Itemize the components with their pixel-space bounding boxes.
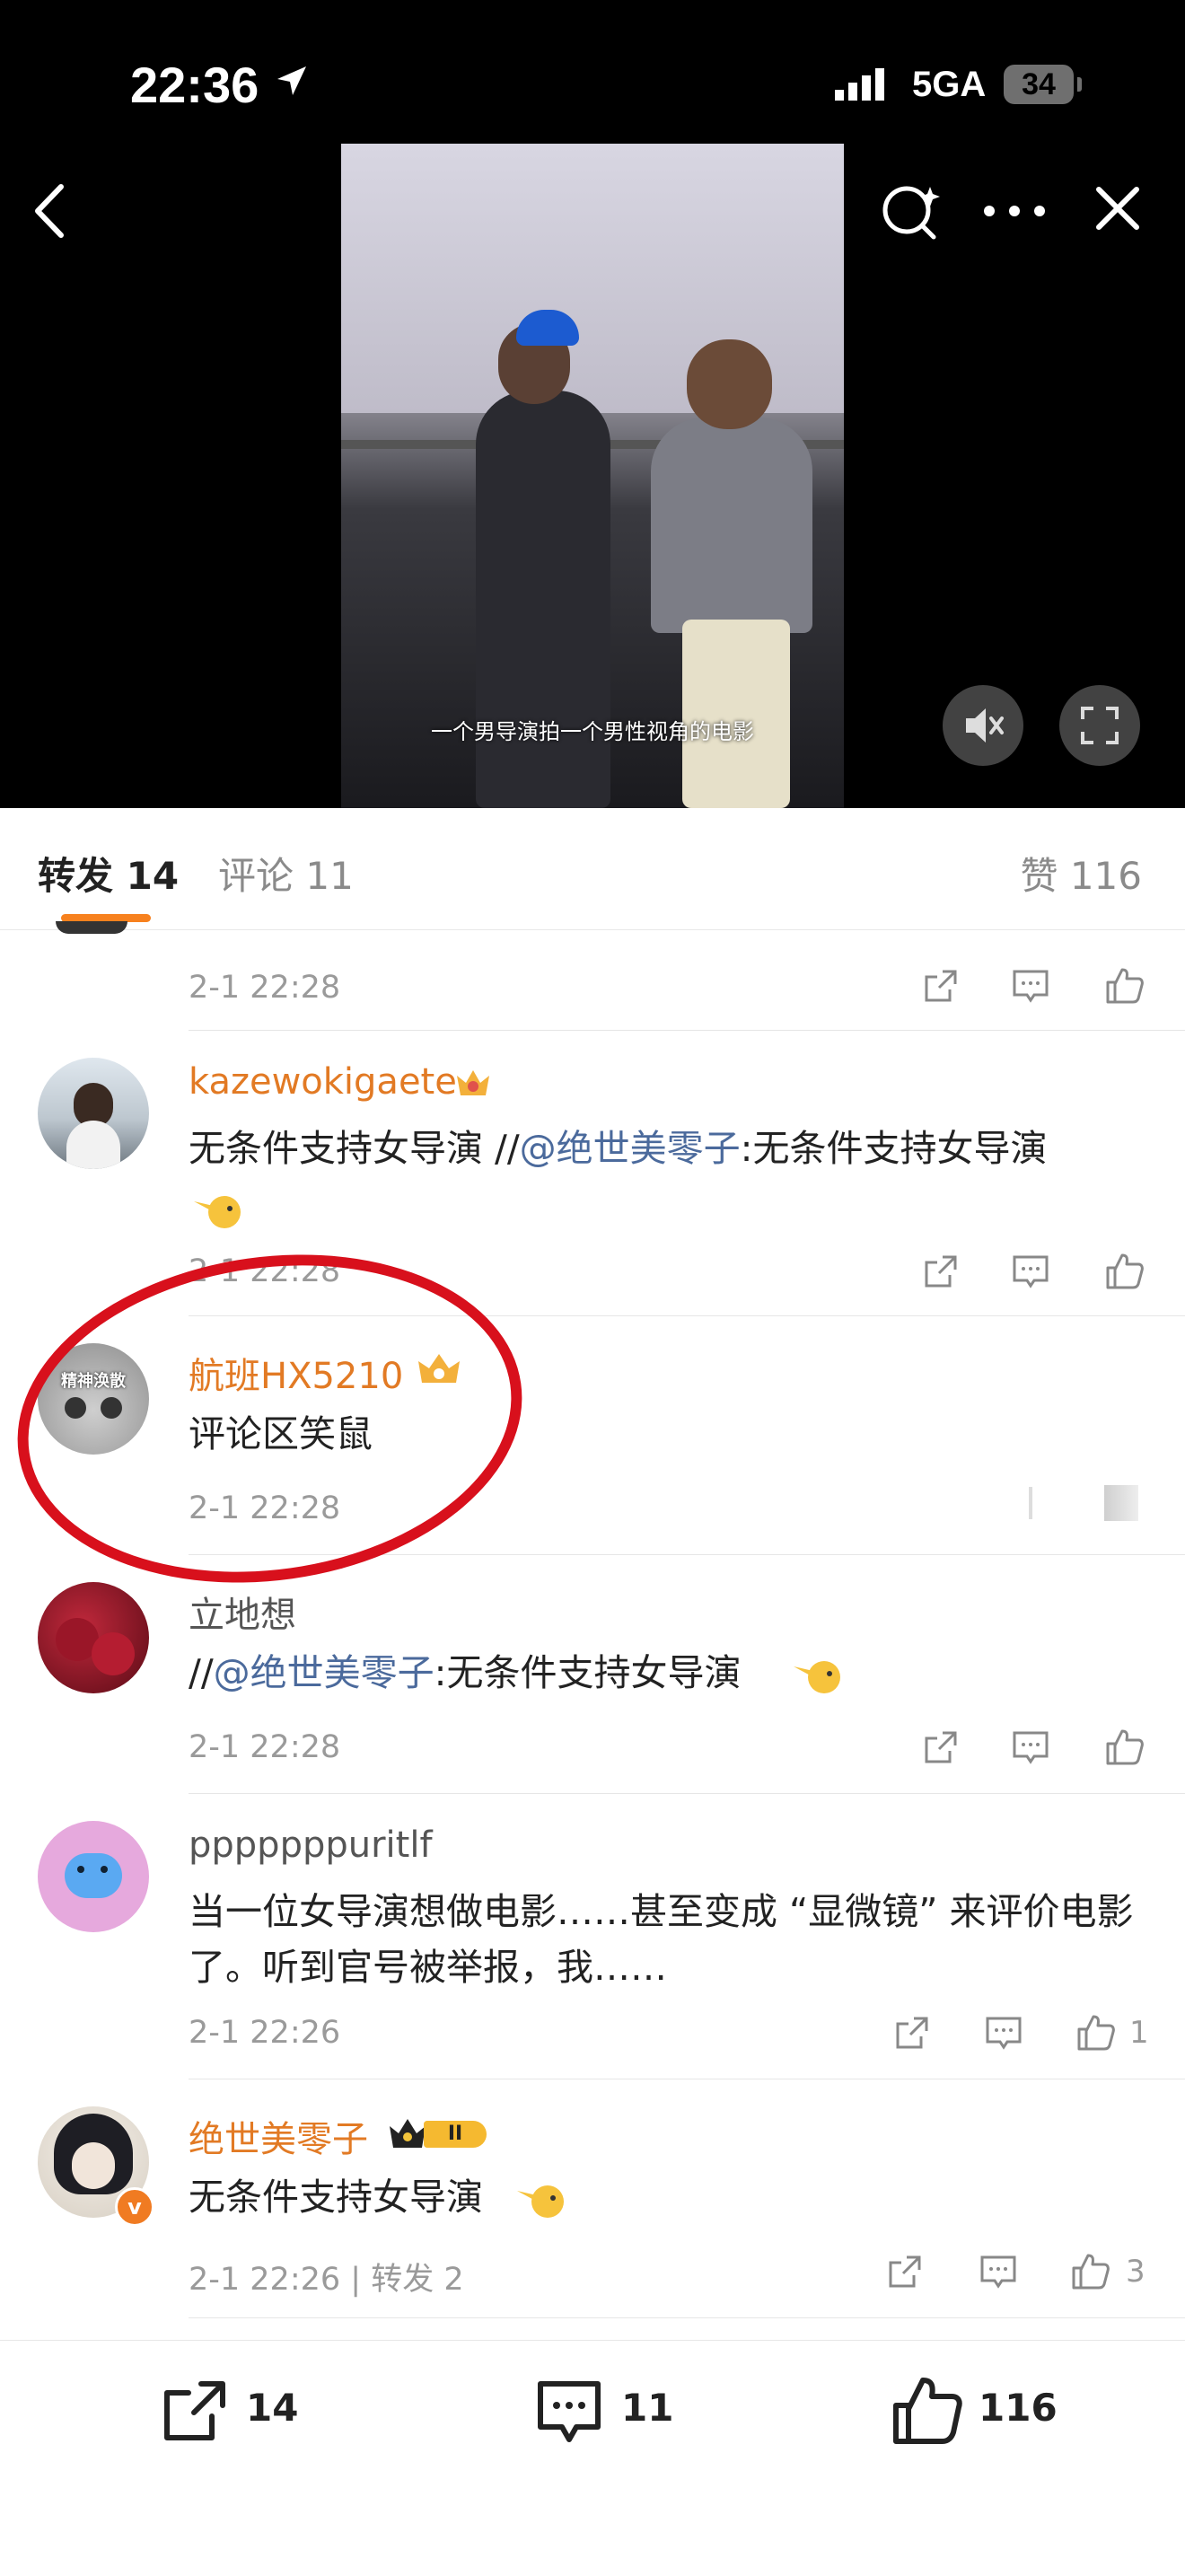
list-item: 2-1 22:28	[0, 921, 1185, 1031]
tab-comments[interactable]: 评论 11	[218, 846, 354, 901]
username[interactable]: pppppppuritlf	[189, 1824, 433, 1866]
more-icon[interactable]	[979, 202, 1050, 220]
signal-icon	[835, 68, 884, 101]
mute-button[interactable]	[943, 685, 1023, 766]
level-badge: II	[424, 2121, 487, 2148]
comment-text: 无条件支持女导演 //@绝世美零子:无条件支持女导演	[189, 1127, 1048, 1170]
crown-badge-icon	[390, 2119, 426, 2148]
clock: 22:36	[130, 57, 259, 113]
comment-icon[interactable]	[1011, 1252, 1050, 1291]
mention-link[interactable]: @绝世美零子	[214, 1651, 434, 1694]
share-icon[interactable]	[921, 1252, 961, 1291]
location-arrow-icon	[277, 66, 306, 95]
emoji-pointing-icon	[194, 1196, 241, 1228]
divider	[189, 2317, 1185, 2318]
video-figure	[476, 391, 610, 808]
vip-crown-icon	[457, 1070, 489, 1095]
tab-likes[interactable]: 赞 116	[1020, 846, 1142, 901]
list-item: v 绝世美零子 II 无条件支持女导演 2-1 22:26 | 转发 2 3	[0, 2079, 1185, 2318]
item-time: 2-1 22:28	[189, 1729, 341, 1765]
member-level-badge: II	[386, 2115, 490, 2151]
username[interactable]: 立地想	[189, 1586, 296, 1638]
repost-count[interactable]: 14	[246, 2386, 298, 2430]
comment-text: //@绝世美零子:无条件支持女导演	[189, 1651, 742, 1694]
tab-forwards[interactable]: 转发 14	[38, 846, 179, 901]
back-icon[interactable]	[27, 180, 72, 242]
list-item: 立地想 //@绝世美零子:无条件支持女导演 2-1 22:28	[0, 1555, 1185, 1794]
network-type: 5GA	[912, 65, 987, 104]
comment-icon[interactable]	[533, 2377, 605, 2447]
status-bar: 22:36 5GA 34	[0, 0, 1185, 144]
like-icon[interactable]	[1104, 1485, 1138, 1521]
comment-icon[interactable]	[1011, 966, 1050, 1006]
video-subtitle: 一个男导演拍一个男性视角的电影	[431, 719, 754, 744]
like-icon[interactable]	[1102, 1726, 1146, 1769]
comment-text: 无条件支持女导演	[189, 2176, 483, 2219]
username[interactable]: kazewokigaete	[189, 1061, 457, 1103]
like-count: 3	[1126, 2254, 1146, 2290]
video-figure-head	[687, 339, 772, 429]
close-icon[interactable]	[1093, 184, 1142, 233]
video-header: 一个男导演拍一个男性视角的电影	[0, 144, 1185, 808]
video-figure	[651, 418, 812, 633]
battery-cap	[1077, 77, 1082, 92]
like-icon[interactable]	[889, 2373, 964, 2449]
like-icon[interactable]	[1074, 2011, 1117, 2054]
emoji-pointing-icon	[517, 2185, 564, 2218]
tab-bar: 转发 14 评论 11 赞 116	[0, 808, 1185, 930]
list-item: kazewokigaete 无条件支持女导演 //@绝世美零子:无条件支持女导演…	[0, 1031, 1185, 1316]
list-item: pppppppuritlf 当一位女导演想做电影……甚至变成 “显微镜” 来评价…	[0, 1794, 1185, 2079]
comment-icon[interactable]	[984, 2013, 1023, 2053]
like-count: 1	[1129, 2015, 1149, 2051]
video-player[interactable]: 一个男导演拍一个男性视角的电影	[341, 144, 844, 808]
comment-count[interactable]: 11	[621, 2386, 673, 2430]
like-icon[interactable]	[1102, 964, 1146, 1007]
avatar[interactable]	[56, 921, 127, 934]
forward-list: 2-1 22:28 kazewokigaete 无条件支持女导演 //@绝世美零…	[0, 921, 1185, 2340]
item-time: 2-1 22:26 | 转发 2	[189, 2262, 464, 2298]
fullscreen-icon	[1081, 707, 1119, 744]
battery-indicator: 34	[1004, 65, 1074, 104]
item-time: 2-1 22:28	[189, 970, 341, 1006]
avatar[interactable]	[38, 1058, 149, 1169]
fullscreen-button[interactable]	[1059, 685, 1140, 766]
like-count[interactable]: 116	[979, 2386, 1058, 2430]
comment-text: 当一位女导演想做电影……甚至变成 “显微镜” 来评价电影了。听到官号被举报，我……	[189, 1890, 1134, 1989]
emoji-pointing-icon	[794, 1661, 840, 1693]
share-icon[interactable]	[885, 2252, 925, 2291]
mention-link[interactable]: @绝世美零子	[520, 1127, 741, 1170]
mute-icon	[966, 708, 1004, 743]
share-icon[interactable]	[921, 1728, 961, 1767]
share-icon[interactable]	[892, 2013, 932, 2053]
avatar[interactable]	[38, 1582, 149, 1693]
repost-icon[interactable]	[160, 2377, 230, 2447]
username[interactable]: 绝世美零子	[189, 2110, 368, 2162]
ai-search-icon[interactable]	[880, 180, 943, 242]
share-icon[interactable]	[921, 966, 961, 1006]
comment-icon[interactable]	[1029, 1487, 1032, 1519]
comment-icon[interactable]	[1011, 1728, 1050, 1767]
bottom-action-bar: 14 11 116	[0, 2340, 1185, 2576]
verified-badge-icon: v	[115, 2187, 154, 2227]
comment-icon[interactable]	[979, 2252, 1018, 2291]
item-time: 2-1 22:26	[189, 2015, 341, 2051]
avatar[interactable]	[38, 1821, 149, 1932]
like-icon[interactable]	[1102, 1250, 1146, 1293]
like-icon[interactable]	[1068, 2250, 1111, 2293]
